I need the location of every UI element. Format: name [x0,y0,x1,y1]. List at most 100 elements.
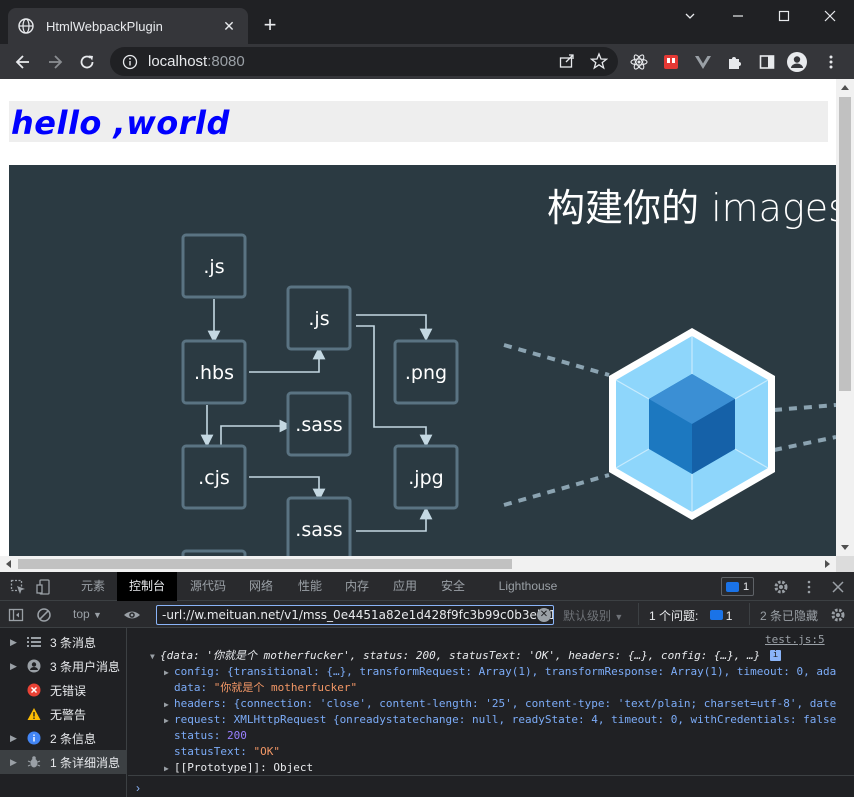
sidebar-item-warnings[interactable]: 无警告 [0,702,127,726]
forward-icon[interactable] [42,49,68,75]
sidebar-item-verbose[interactable]: ▶ 1 条详细消息 [0,750,127,774]
node-label: .png [405,362,447,384]
site-info-icon[interactable] [122,54,138,70]
banner-title: 构建你的 images [547,186,836,230]
minimize-window-button[interactable] [714,0,762,32]
log-request-row[interactable]: ▶ request: XMLHttpRequest {onreadystatech… [164,712,854,728]
node-label: .sass [295,519,342,541]
device-toolbar-icon[interactable] [34,577,54,597]
context-selector[interactable]: top ▼ [73,607,102,621]
close-window-button[interactable] [806,0,854,32]
react-devtools-icon[interactable] [628,51,650,73]
address-bar[interactable]: localhost:8080 [110,47,618,76]
node-label: .hbs [194,362,234,384]
settings-gear-icon[interactable] [771,577,791,597]
browser-toolbar: localhost:8080 [0,44,854,79]
extensions-puzzle-icon[interactable] [724,51,746,73]
horizontal-scrollbar[interactable] [0,556,836,572]
log-statustext-row: statusText: "OK" [174,745,280,758]
close-devtools-icon[interactable] [828,577,848,597]
webpack-banner-image: .js .js .hbs .png .sass .cjs .jpg .sass [9,165,836,560]
tab-sources[interactable]: 源代码 [180,572,236,601]
issue-icon [709,610,723,620]
browser-tab[interactable]: HtmlWebpackPlugin ✕ [8,8,248,44]
sidebar-item-user-messages[interactable]: ▶ 3 条用户消息 [0,654,127,678]
more-menu-icon[interactable] [820,51,842,73]
tab-memory[interactable]: 内存 [334,572,380,601]
log-status-row: status: 200 [174,729,247,742]
messages-badge[interactable]: 1 [721,577,755,596]
live-expression-eye-icon[interactable] [122,605,142,625]
tab-security[interactable]: 安全 [430,572,476,601]
devtools-more-icon[interactable] [799,577,819,597]
side-panel-icon[interactable] [756,51,778,73]
console-prompt[interactable]: › [136,781,140,795]
console-sidebar: ▶ 3 条消息 ▶ 3 条用户消息 无错误 无警告 ▶ 2 条信息 ▶ 1 条详 [0,628,127,797]
console-filter-bar: top ▼ -url://w.meituan.net/v1/mss_0e4451… [0,601,854,628]
log-level-select[interactable]: 默认级别 ▼ [563,607,623,624]
devtools-panel: 元素 控制台 源代码 网络 性能 内存 应用 安全 Lighthouse 1 t… [0,572,854,797]
bookmark-star-icon[interactable] [588,50,610,72]
hello-heading-box: hello ,world [9,101,828,142]
node-label: .jpg [408,467,443,489]
log-config-row[interactable]: ▶ config: {transitional: {…}, transformRe… [164,664,854,680]
close-tab-icon[interactable]: ✕ [220,17,238,35]
globe-icon [18,18,34,34]
minimize-button[interactable] [666,0,714,32]
horizontal-scroll-thumb[interactable] [18,559,512,569]
share-icon[interactable] [556,50,578,72]
page-viewport: hello ,world .js .js .hbs .png .sass .cj… [0,79,854,572]
sidebar-toggle-icon[interactable] [6,605,26,625]
node-label: .js [308,308,329,330]
console-filter-input[interactable]: -url://w.meituan.net/v1/mss_0e4451a82e1d… [156,605,554,625]
sidebar-item-errors[interactable]: 无错误 [0,678,127,702]
inspect-element-icon[interactable] [8,577,28,597]
devtools-tabbar: 元素 控制台 源代码 网络 性能 内存 应用 安全 Lighthouse 1 [0,572,854,601]
browser-titlebar: HtmlWebpackPlugin ✕ + [0,0,854,44]
sidebar-item-info[interactable]: ▶ 2 条信息 [0,726,127,750]
tab-elements[interactable]: 元素 [70,572,116,601]
red-extension-icon[interactable] [660,51,682,73]
clear-filter-icon[interactable]: ✕ [537,608,551,622]
url-host: localhost [148,53,208,70]
back-icon[interactable] [10,49,36,75]
log-entry-summary[interactable]: ▼ {data: '你就是个 motherfucker', status: 200… [150,648,840,664]
clear-console-icon[interactable] [34,605,54,625]
vertical-scrollbar[interactable] [836,79,854,556]
tab-console[interactable]: 控制台 [117,572,177,601]
issues-counter[interactable]: 1 个问题: 1 [649,607,732,624]
bug-icon [26,754,42,770]
tab-network[interactable]: 网络 [238,572,284,601]
maximize-window-button[interactable] [760,0,808,32]
url-port: :8080 [207,53,245,70]
log-headers-row[interactable]: ▶ headers: {connection: 'close', content-… [164,696,854,712]
vertical-scroll-thumb[interactable] [839,97,851,391]
info-badge-icon: i [770,650,781,661]
user-icon [26,658,42,674]
tab-title: HtmlWebpackPlugin [46,18,163,34]
console-output: test.js:5 ▼ {data: '你就是个 motherfucker', s… [128,628,854,797]
tab-performance[interactable]: 性能 [287,572,333,601]
hidden-count: 2 条已隐藏 [760,609,819,623]
source-link[interactable]: test.js:5 [765,632,825,648]
console-settings-gear-icon[interactable] [828,605,848,625]
new-tab-button[interactable]: + [258,14,282,38]
warning-icon [26,706,42,722]
message-icon [726,581,739,592]
list-icon [26,634,42,650]
tab-application[interactable]: 应用 [382,572,428,601]
hello-heading: hello ,world [11,104,230,142]
profile-avatar-icon[interactable] [786,51,808,73]
node-label: .sass [295,414,342,436]
error-icon [26,682,42,698]
sidebar-item-messages[interactable]: ▶ 3 条消息 [0,630,127,654]
log-data-row: data: "你就是个 motherfucker" [174,681,358,694]
scroll-corner [836,556,854,572]
node-label: .cjs [198,467,230,489]
log-prototype-row[interactable]: ▶ [[Prototype]]: Object [164,760,854,776]
webpack-cube-logo [609,328,775,520]
vue-devtools-icon[interactable] [692,51,714,73]
tab-lighthouse[interactable]: Lighthouse [486,572,570,601]
reload-icon[interactable] [74,49,100,75]
node-label: .js [203,256,224,278]
